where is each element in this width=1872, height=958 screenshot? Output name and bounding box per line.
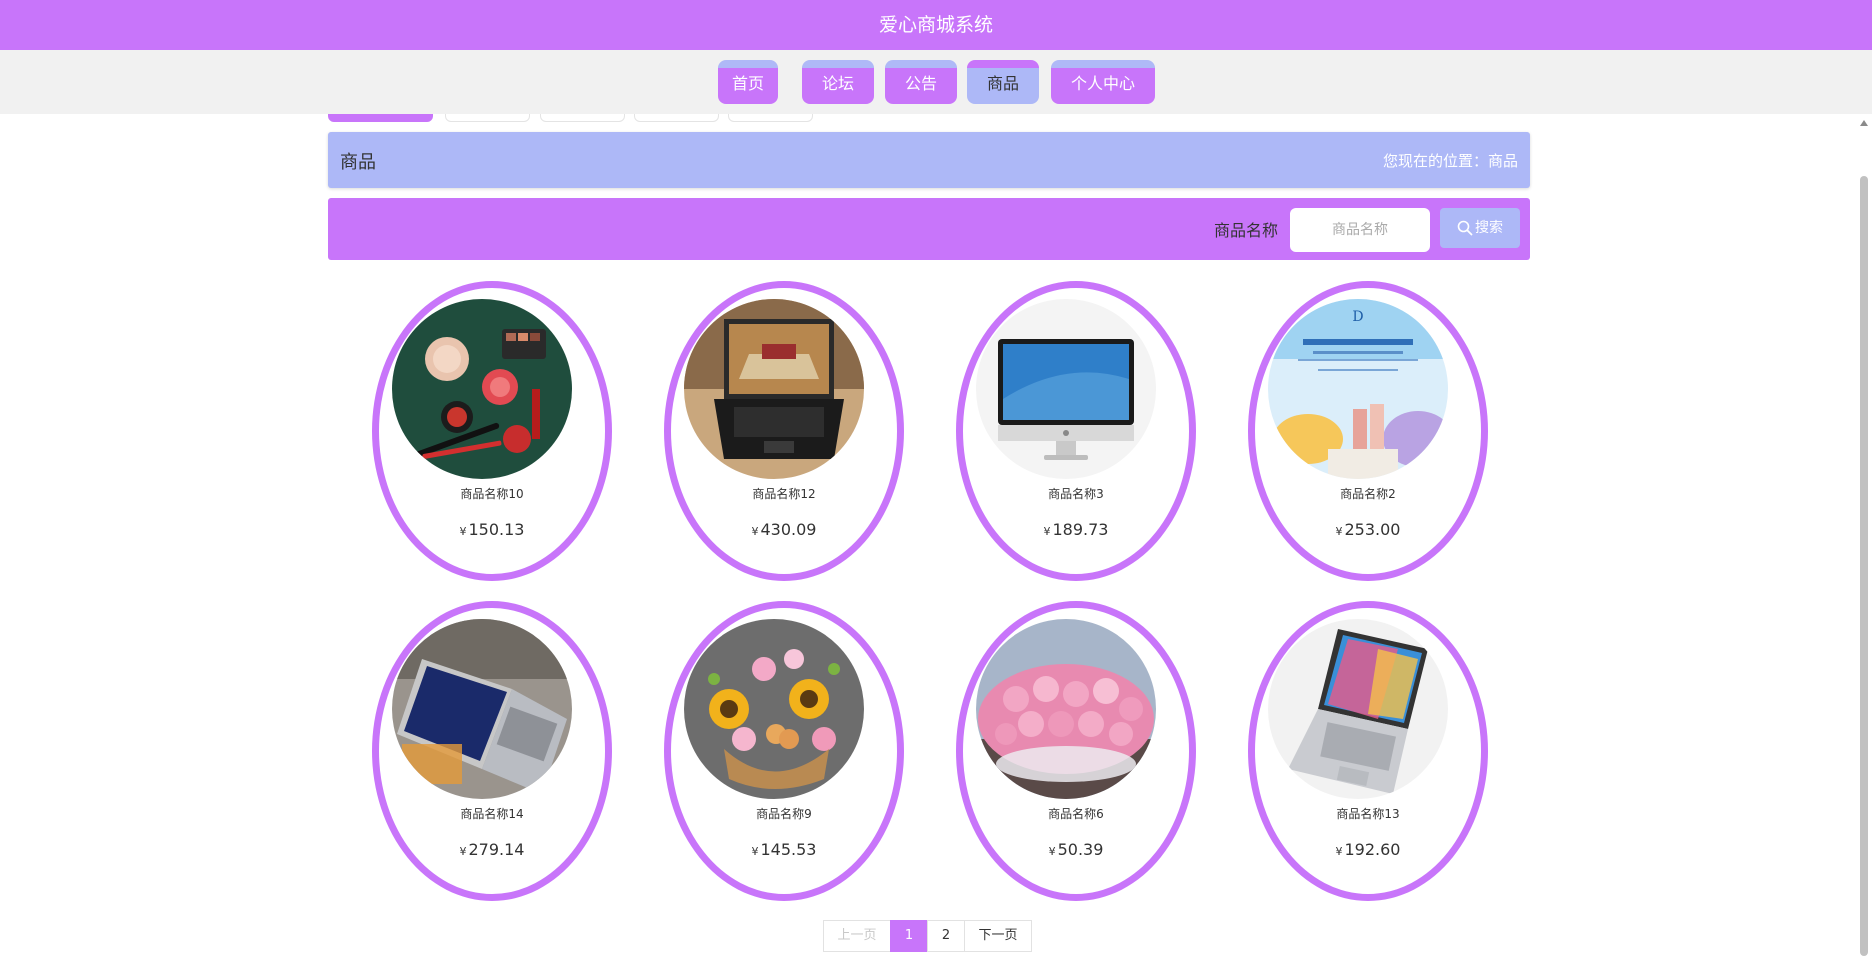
product-card[interactable]: 商品名称9 ¥145.53: [664, 601, 904, 901]
app-title-bar: 爱心商城系统: [0, 0, 1872, 50]
product-card[interactable]: 商品名称12 ¥430.09: [664, 281, 904, 581]
product-price: ¥189.73: [1043, 520, 1109, 539]
product-card[interactable]: D 商品名称2 ¥253.00: [1248, 281, 1488, 581]
content-area: 商品 您现在的位置：商品 商品名称 搜索 商品名称10 ¥150.13: [0, 114, 1872, 958]
category-tab[interactable]: [728, 114, 813, 122]
scrollbar-thumb[interactable]: [1860, 176, 1868, 956]
breadcrumb: 商品 您现在的位置：商品: [328, 132, 1530, 188]
product-name[interactable]: 商品名称6: [963, 805, 1189, 822]
category-tab[interactable]: [634, 114, 719, 122]
product-name[interactable]: 商品名称9: [671, 805, 897, 822]
search-button-label: 搜索: [1475, 220, 1503, 236]
product-card[interactable]: 商品名称14 ¥279.14: [372, 601, 612, 901]
product-name[interactable]: 商品名称12: [671, 485, 897, 502]
product-price: ¥145.53: [751, 840, 817, 859]
product-price: ¥150.13: [459, 520, 525, 539]
search-icon: [1457, 220, 1473, 236]
search-input[interactable]: [1290, 208, 1430, 252]
product-image-pink-roses[interactable]: [976, 619, 1156, 799]
product-price: ¥279.14: [459, 840, 525, 859]
scroll-up-arrow-icon[interactable]: [1860, 120, 1868, 126]
product-name[interactable]: 商品名称2: [1255, 485, 1481, 502]
product-name[interactable]: 商品名称3: [963, 485, 1189, 502]
scrollbar[interactable]: [1856, 114, 1872, 958]
product-name[interactable]: 商品名称14: [379, 805, 605, 822]
product-image-skincare[interactable]: D: [1268, 299, 1448, 479]
product-name[interactable]: 商品名称13: [1255, 805, 1481, 822]
product-card[interactable]: 商品名称13 ¥192.60: [1248, 601, 1488, 901]
nav-item-home[interactable]: 首页: [718, 60, 778, 104]
page-number-button[interactable]: 2: [927, 920, 965, 952]
prev-page-button[interactable]: 上一页: [823, 920, 891, 952]
product-image-cosmetics[interactable]: [392, 299, 572, 479]
next-page-button[interactable]: 下一页: [964, 920, 1032, 952]
product-price: ¥192.60: [1335, 840, 1401, 859]
main-nav: 首页 论坛 公告 商品 个人中心: [0, 50, 1872, 114]
nav-item-personal-center[interactable]: 个人中心: [1051, 60, 1155, 104]
category-tab[interactable]: [445, 114, 530, 122]
product-card[interactable]: 商品名称10 ¥150.13: [372, 281, 612, 581]
nav-item-notice[interactable]: 公告: [885, 60, 957, 104]
pagination: 上一页 1 2 下一页: [823, 920, 1032, 952]
product-image-laptop-open[interactable]: [392, 619, 572, 799]
product-price: ¥430.09: [751, 520, 817, 539]
breadcrumb-location: 您现在的位置：商品: [1382, 152, 1518, 170]
product-card[interactable]: 商品名称6 ¥50.39: [956, 601, 1196, 901]
category-tab[interactable]: [540, 114, 625, 122]
product-price: ¥253.00: [1335, 520, 1401, 539]
product-image-sunflower-basket[interactable]: [684, 619, 864, 799]
app-title: 爱心商城系统: [878, 14, 993, 36]
nav-item-products[interactable]: 商品: [967, 60, 1039, 104]
product-price: ¥50.39: [1048, 840, 1104, 859]
category-tab[interactable]: [328, 114, 433, 122]
product-name[interactable]: 商品名称10: [379, 485, 605, 502]
search-label: 商品名称: [1214, 221, 1279, 240]
search-bar: 商品名称 搜索: [328, 198, 1530, 260]
product-card[interactable]: 商品名称3 ¥189.73: [956, 281, 1196, 581]
product-image-colorful-laptop[interactable]: [1268, 619, 1448, 799]
product-image-imac[interactable]: [976, 299, 1156, 479]
page-number-button[interactable]: 1: [890, 920, 928, 952]
svg-text:D: D: [1352, 309, 1363, 325]
search-button[interactable]: 搜索: [1440, 208, 1520, 248]
page-title: 商品: [340, 152, 376, 173]
nav-item-forum[interactable]: 论坛: [802, 60, 874, 104]
product-image-laptop[interactable]: [684, 299, 864, 479]
